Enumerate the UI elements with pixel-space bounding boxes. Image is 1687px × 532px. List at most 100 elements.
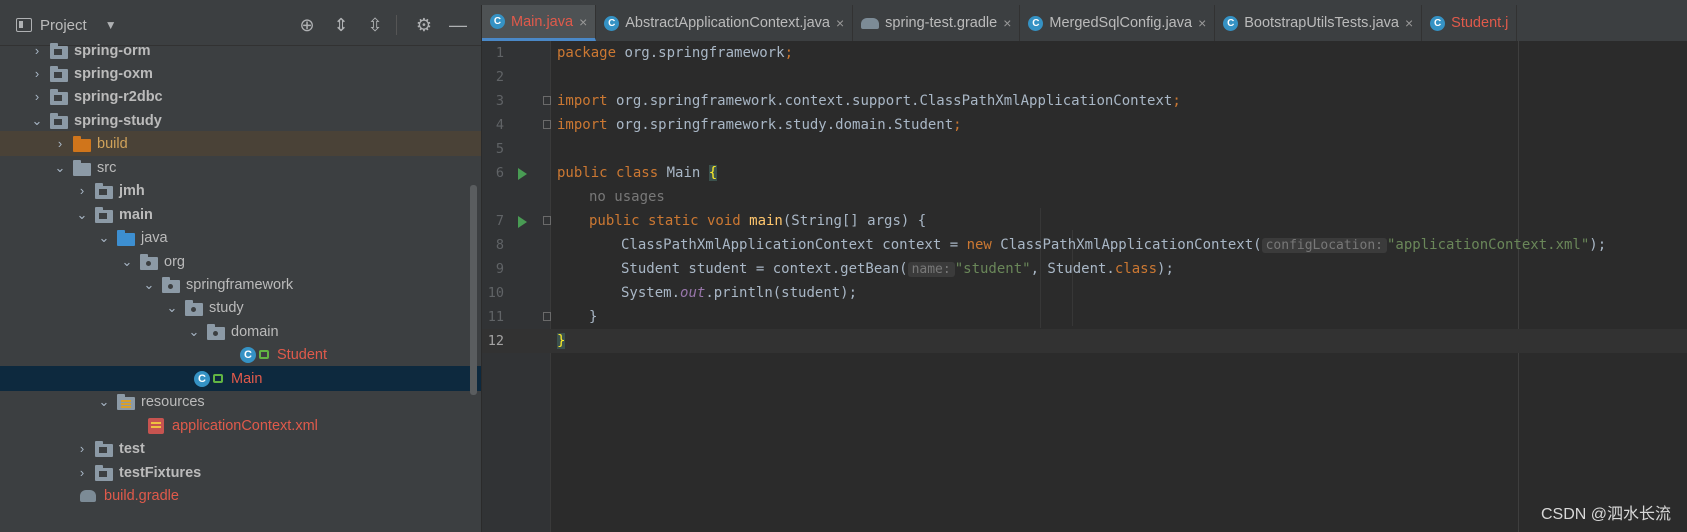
string-literal: "student" — [954, 261, 1031, 277]
gear-icon[interactable]: ⚙ — [407, 15, 441, 36]
module-folder-icon — [95, 206, 113, 223]
chevron-down-icon[interactable]: ⌄ — [165, 300, 179, 316]
tree-item-build-gradle[interactable]: build.gradle — [0, 483, 481, 508]
tree-item-spring-oxm[interactable]: › spring-oxm — [0, 61, 481, 86]
tree-item-study[interactable]: ⌄ study — [0, 295, 481, 320]
chevron-right-icon[interactable]: › — [30, 43, 44, 58]
chevron-right-icon[interactable]: › — [53, 136, 67, 151]
tree-item-springframework[interactable]: ⌄ springframework — [0, 272, 481, 297]
module-folder-icon — [50, 65, 68, 82]
tab-spring-test-gradle[interactable]: spring-test.gradle × — [853, 5, 1021, 41]
parameter-hint: name: — [907, 262, 955, 277]
tab-label: spring-test.gradle — [885, 15, 998, 31]
tree-item-resources[interactable]: ⌄ resources — [0, 389, 481, 414]
code-line: 1 package org.springframework; — [482, 41, 1687, 65]
tree-item-label: test — [119, 440, 145, 457]
tab-abstract-application-context[interactable]: C AbstractApplicationContext.java × — [596, 5, 854, 41]
chevron-down-icon[interactable]: ⌄ — [53, 160, 67, 176]
code-line: 6 public class Main { — [482, 161, 1687, 185]
code-line: 2 — [482, 65, 1687, 89]
chevron-right-icon[interactable]: › — [75, 441, 89, 456]
gradle-icon — [80, 489, 96, 502]
chevron-right-icon[interactable]: › — [75, 465, 89, 480]
code-text: ); — [1157, 261, 1174, 277]
brace: { — [708, 165, 718, 181]
code-text: ClassPathXmlApplicationContext( — [991, 237, 1262, 253]
tree-item-org[interactable]: ⌄ org — [0, 249, 481, 274]
fold-icon[interactable] — [543, 312, 551, 321]
tab-bootstrap-utils-tests[interactable]: C BootstrapUtilsTests.java × — [1215, 5, 1423, 41]
chevron-right-icon[interactable]: › — [75, 183, 89, 198]
tree-item-src[interactable]: ⌄ src — [0, 155, 481, 180]
tree-item-main-class[interactable]: C Main — [0, 366, 481, 391]
run-icon[interactable] — [518, 168, 527, 180]
chevron-down-icon[interactable]: ⌄ — [97, 394, 111, 410]
close-icon[interactable]: × — [1003, 15, 1011, 31]
run-icon[interactable] — [518, 216, 527, 228]
project-panel-icon — [16, 18, 32, 32]
tree-item-label: spring-orm — [74, 42, 151, 59]
tree-item-label: spring-oxm — [74, 65, 153, 82]
close-icon[interactable]: × — [1198, 15, 1206, 31]
expand-all-icon[interactable]: ⇕ — [324, 15, 358, 36]
chevron-down-icon[interactable]: ⌄ — [120, 254, 134, 270]
module-folder-icon — [50, 112, 68, 129]
tree-item-spring-study[interactable]: ⌄ spring-study — [0, 108, 481, 133]
module-folder-icon — [50, 42, 68, 59]
chevron-down-icon[interactable]: ▼ — [105, 18, 117, 32]
fold-icon[interactable] — [543, 96, 551, 105]
tree-item-spring-orm[interactable]: › spring-orm — [0, 38, 481, 63]
chevron-down-icon[interactable]: ⌄ — [30, 113, 44, 129]
close-icon[interactable]: × — [836, 15, 844, 31]
fold-icon[interactable] — [543, 216, 551, 225]
usages-hint[interactable]: no usages — [589, 189, 665, 205]
gradle-icon — [861, 17, 880, 29]
class-icon: C — [1430, 15, 1446, 31]
chevron-right-icon[interactable]: › — [30, 66, 44, 81]
chevron-down-icon[interactable]: ⌄ — [97, 230, 111, 246]
tree-item-testfixtures[interactable]: › testFixtures — [0, 460, 481, 485]
locate-icon[interactable]: ⊕ — [290, 15, 324, 36]
hide-icon[interactable]: — — [441, 15, 475, 36]
tree-item-test[interactable]: › test — [0, 436, 481, 461]
class-icon: C — [194, 370, 210, 387]
line-number: 1 — [495, 45, 504, 61]
line-number: 9 — [495, 261, 504, 277]
class-icon: C — [1223, 15, 1239, 31]
tree-item-label: build.gradle — [104, 487, 179, 504]
tree-item-student[interactable]: C Student — [0, 342, 481, 367]
project-scrollbar[interactable] — [470, 185, 477, 395]
code-editor[interactable]: 1 package org.springframework; 2 3 impor… — [482, 41, 1687, 532]
tree-item-java[interactable]: ⌄ java — [0, 225, 481, 250]
code-text: .println(student); — [705, 285, 858, 301]
tree-item-label: spring-study — [74, 112, 162, 129]
tab-main-java[interactable]: C Main.java × — [482, 5, 597, 41]
tree-item-label: springframework — [186, 276, 294, 293]
tab-label: BootstrapUtilsTests.java — [1244, 15, 1399, 31]
chevron-right-icon[interactable]: › — [30, 89, 44, 104]
fold-icon[interactable] — [543, 120, 551, 129]
tree-item-spring-r2dbc[interactable]: › spring-r2dbc — [0, 84, 481, 109]
chevron-down-icon[interactable]: ⌄ — [187, 324, 201, 340]
method-name: main — [740, 213, 783, 229]
tree-item-build[interactable]: › build — [0, 131, 481, 156]
close-icon[interactable]: × — [579, 14, 587, 30]
code-line: 11 } — [482, 305, 1687, 329]
chevron-down-icon[interactable]: ⌄ — [142, 277, 156, 293]
keyword: import — [557, 117, 608, 133]
tree-item-main[interactable]: ⌄ main — [0, 202, 481, 227]
tab-merged-sql-config[interactable]: C MergedSqlConfig.java × — [1020, 5, 1216, 41]
collapse-all-icon[interactable]: ⇳ — [358, 15, 392, 36]
line-number: 12 — [487, 333, 504, 349]
tree-item-jmh[interactable]: › jmh — [0, 178, 481, 203]
close-icon[interactable]: × — [1405, 15, 1413, 31]
tree-item-applicationcontext-xml[interactable]: applicationContext.xml — [0, 413, 481, 438]
chevron-down-icon[interactable]: ⌄ — [75, 207, 89, 223]
class-icon: C — [240, 346, 256, 363]
tree-item-label: study — [209, 299, 244, 316]
tree-item-domain[interactable]: ⌄ domain — [0, 319, 481, 344]
class-icon: C — [490, 14, 505, 29]
project-panel-title[interactable]: Project — [40, 17, 87, 34]
tab-student-java[interactable]: C Student.j — [1422, 5, 1518, 41]
semicolon: ; — [953, 117, 962, 133]
